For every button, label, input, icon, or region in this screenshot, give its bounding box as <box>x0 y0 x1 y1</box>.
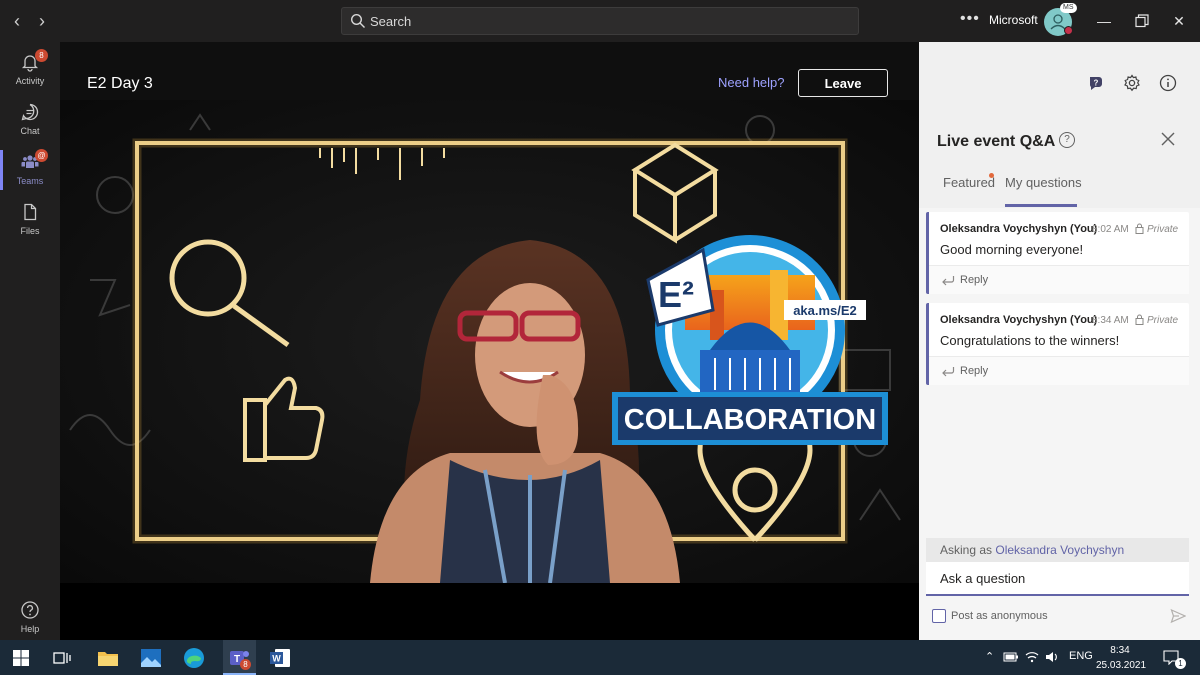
asker-name: Oleksandra Voychyshyn <box>995 543 1125 557</box>
info-icon[interactable] <box>1159 74 1177 92</box>
asking-as-bar: Asking as Oleksandra Voychyshyn <box>926 538 1189 562</box>
app-bar: 8 Activity Chat @ Teams Files Help <box>0 42 60 640</box>
private-label: Private <box>1147 224 1179 235</box>
question-author: Oleksandra Voychyshyn (You) <box>940 314 1098 326</box>
event-title: E2 Day 3 <box>87 75 153 92</box>
active-tab-indicator <box>1005 204 1077 207</box>
close-icon[interactable] <box>1159 130 1177 148</box>
tab-featured[interactable]: Featured <box>943 175 995 190</box>
question-text: Congratulations to the winners! <box>940 333 1120 348</box>
windows-taskbar: T 8 W ⌃ ENG 8:34 25.03.2021 1 <box>0 640 1200 675</box>
rail-label: Teams <box>16 176 44 186</box>
notifications-badge: 1 <box>1175 658 1186 669</box>
restore-icon <box>1135 14 1149 28</box>
show-hidden-icons-icon[interactable]: ⌃ <box>985 650 994 663</box>
wifi-icon[interactable] <box>1025 650 1039 664</box>
leave-button[interactable]: Leave <box>798 69 888 97</box>
help-circle-icon[interactable]: ? <box>1059 132 1075 148</box>
svg-text:?: ? <box>1094 79 1099 88</box>
private-label: Private <box>1147 315 1179 326</box>
anonymous-label: Post as anonymous <box>951 610 1048 622</box>
help-icon <box>21 601 39 619</box>
new-activity-dot <box>989 173 994 178</box>
video-frame-image: E² aka.ms/E2 COLLABORATION <box>60 100 919 583</box>
battery-icon[interactable] <box>1003 651 1019 663</box>
language-indicator[interactable]: ENG <box>1069 650 1093 662</box>
presence-status-icon <box>1064 26 1073 35</box>
rail-item-chat[interactable]: Chat <box>0 96 60 146</box>
reply-label: Reply <box>960 274 989 286</box>
search-icon <box>350 13 365 28</box>
lock-icon <box>1135 314 1144 325</box>
reply-button[interactable]: Reply <box>929 356 1189 385</box>
need-help-link[interactable]: Need help? <box>718 75 785 90</box>
reply-arrow-icon <box>942 276 955 286</box>
system-clock[interactable]: 8:34 25.03.2021 <box>1096 643 1147 673</box>
search-input[interactable] <box>368 8 848 34</box>
task-view-icon[interactable] <box>50 646 74 670</box>
panel-title: Live event Q&A <box>937 133 1056 150</box>
clock-date: 25.03.2021 <box>1096 660 1147 671</box>
svg-text:COLLABORATION: COLLABORATION <box>624 404 876 436</box>
panel-header: ? Live event Q&A ? <box>919 42 1200 170</box>
video-stream[interactable]: E² aka.ms/E2 COLLABORATION <box>60 100 919 583</box>
stage-footer <box>60 583 919 640</box>
volume-icon[interactable] <box>1045 650 1059 664</box>
question-card: Oleksandra Voychyshyn (You) 8:02 AM Priv… <box>926 212 1189 294</box>
event-header: E2 Day 3 Need help? Leave <box>60 42 919 100</box>
anonymous-checkbox[interactable] <box>932 609 946 623</box>
edge-browser-icon[interactable] <box>182 646 206 670</box>
reply-button[interactable]: Reply <box>929 265 1189 294</box>
qna-panel: ? Live event Q&A ? Featured My questions… <box>919 42 1200 640</box>
minimize-button[interactable]: — <box>1092 10 1116 32</box>
file-explorer-icon[interactable] <box>96 646 120 670</box>
asking-prefix: Asking as <box>940 543 993 557</box>
rail-label: Files <box>20 226 40 236</box>
tab-my-questions[interactable]: My questions <box>1005 175 1082 190</box>
settings-gear-icon[interactable] <box>1123 74 1141 92</box>
reply-label: Reply <box>960 365 989 377</box>
rail-item-files[interactable]: Files <box>0 196 60 246</box>
chat-icon <box>21 103 39 121</box>
rail-label: Activity <box>15 76 45 86</box>
send-icon[interactable] <box>1170 608 1186 624</box>
reply-arrow-icon <box>942 367 955 377</box>
question-author: Oleksandra Voychyshyn (You) <box>940 223 1098 235</box>
title-bar: ‹ › ••• Microsoft MS — ✕ <box>0 0 1200 42</box>
rail-label: Help <box>20 624 40 634</box>
avatar-initials: MS <box>1060 3 1077 13</box>
windows-start-icon[interactable] <box>9 646 33 670</box>
teams-taskbar-badge: 8 <box>240 659 251 670</box>
question-time: 8:34 AM <box>1092 315 1129 326</box>
photos-icon[interactable] <box>139 646 163 670</box>
activity-badge: 8 <box>35 49 48 62</box>
search-box[interactable] <box>341 7 859 35</box>
restore-button[interactable] <box>1130 10 1154 32</box>
word-app-icon[interactable]: W <box>268 646 292 670</box>
forward-arrow-icon[interactable]: › <box>31 10 53 32</box>
close-window-button[interactable]: ✕ <box>1167 10 1191 32</box>
tenant-name[interactable]: Microsoft <box>989 13 1038 27</box>
svg-text:aka.ms/E2: aka.ms/E2 <box>793 303 857 318</box>
rail-item-teams[interactable]: @ Teams <box>0 146 60 196</box>
lock-icon <box>1135 223 1144 234</box>
question-time: 8:02 AM <box>1092 224 1129 235</box>
mention-badge: @ <box>35 149 48 162</box>
rail-item-help[interactable]: Help <box>0 594 60 644</box>
more-options-icon[interactable]: ••• <box>960 10 980 28</box>
rail-item-activity[interactable]: 8 Activity <box>0 46 60 96</box>
rail-label: Chat <box>20 126 40 136</box>
svg-text:W: W <box>272 654 281 664</box>
ask-question-input[interactable] <box>926 562 1189 596</box>
svg-text:E²: E² <box>658 274 694 315</box>
clock-time: 8:34 <box>1110 645 1130 656</box>
qna-icon[interactable]: ? <box>1087 74 1105 92</box>
file-icon <box>24 203 37 221</box>
question-text: Good morning everyone! <box>940 242 1084 257</box>
question-card: Oleksandra Voychyshyn (You) 8:34 AM Priv… <box>926 303 1189 385</box>
back-arrow-icon[interactable]: ‹ <box>6 10 28 32</box>
qna-tabs: Featured My questions <box>919 170 1200 208</box>
